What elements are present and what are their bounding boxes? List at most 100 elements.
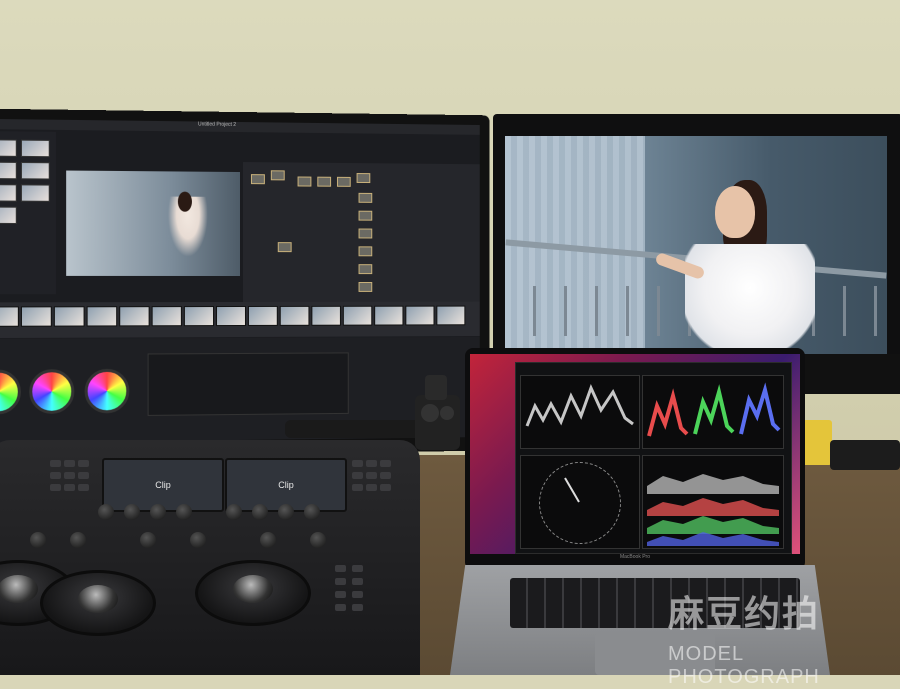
panel-key[interactable] bbox=[335, 604, 346, 611]
panel-knob[interactable] bbox=[30, 532, 46, 548]
media-thumb bbox=[0, 184, 17, 202]
trackball-ball[interactable] bbox=[0, 575, 38, 603]
laptop-brand-label: MacBook Pro bbox=[465, 554, 805, 560]
viewer-subject-hair bbox=[178, 192, 192, 212]
laptop-screen: MacBook Pro bbox=[465, 348, 805, 570]
panel-key[interactable] bbox=[64, 460, 75, 467]
vectorscope bbox=[520, 455, 640, 549]
panel-key[interactable] bbox=[352, 565, 363, 572]
panel-key[interactable] bbox=[366, 472, 377, 479]
panel-lcd-left: Clip bbox=[102, 458, 224, 512]
panel-knob[interactable] bbox=[190, 532, 206, 548]
trackball-ball[interactable] bbox=[233, 575, 273, 603]
panel-key[interactable] bbox=[64, 484, 75, 491]
timeline-clip bbox=[374, 306, 403, 326]
panel-knob[interactable] bbox=[226, 504, 242, 520]
node bbox=[359, 229, 373, 239]
timeline-clip bbox=[87, 306, 118, 326]
lcd-left-label: Clip bbox=[104, 480, 222, 490]
media-pool bbox=[0, 131, 56, 294]
panel-knob[interactable] bbox=[260, 532, 276, 548]
watermark-chinese: 麻豆约拍 bbox=[668, 585, 820, 637]
model-white-dress bbox=[685, 244, 815, 354]
panel-knob[interactable] bbox=[252, 504, 268, 520]
panel-key[interactable] bbox=[352, 472, 363, 479]
panel-knob[interactable] bbox=[124, 504, 140, 520]
panel-key[interactable] bbox=[380, 472, 391, 479]
color-wheel-gamma bbox=[29, 369, 74, 414]
node bbox=[359, 211, 373, 221]
media-thumb bbox=[21, 162, 50, 180]
scopes-window bbox=[515, 362, 792, 554]
timeline-clip bbox=[0, 306, 19, 326]
panel-key[interactable] bbox=[366, 484, 377, 491]
media-thumb bbox=[21, 140, 50, 158]
panel-knob[interactable] bbox=[70, 532, 86, 548]
laptop-display bbox=[470, 354, 800, 554]
watermark-english: MODEL PHOTOGRAPH bbox=[668, 643, 900, 689]
panel-key[interactable] bbox=[352, 578, 363, 585]
panel-knob[interactable] bbox=[310, 532, 326, 548]
panel-key[interactable] bbox=[335, 578, 346, 585]
panel-key[interactable] bbox=[64, 472, 75, 479]
timeline-clip bbox=[311, 306, 341, 326]
panel-key[interactable] bbox=[335, 565, 346, 572]
timeline-clip bbox=[21, 306, 52, 326]
speaker bbox=[830, 440, 900, 470]
watermark: 麻豆约拍 MODEL PHOTOGRAPH bbox=[668, 585, 900, 675]
panel-key[interactable] bbox=[352, 591, 363, 598]
panel-key[interactable] bbox=[50, 484, 61, 491]
panel-key[interactable] bbox=[78, 460, 89, 467]
panel-key[interactable] bbox=[380, 484, 391, 491]
timeline-clip bbox=[119, 306, 149, 326]
vectorscope-trace bbox=[521, 456, 639, 548]
trackball-ball[interactable] bbox=[78, 585, 118, 613]
media-thumb bbox=[0, 207, 17, 224]
panel-key[interactable] bbox=[78, 472, 89, 479]
histogram bbox=[642, 455, 784, 549]
node bbox=[298, 176, 312, 186]
viewer bbox=[66, 171, 240, 276]
node bbox=[337, 177, 351, 187]
panel-key[interactable] bbox=[352, 484, 363, 491]
node bbox=[359, 246, 373, 256]
panel-key[interactable] bbox=[352, 604, 363, 611]
panel-key[interactable] bbox=[366, 460, 377, 467]
panel-key[interactable] bbox=[352, 460, 363, 467]
panel-knob[interactable] bbox=[150, 504, 166, 520]
project-title: Untitled Project 2 bbox=[198, 122, 236, 128]
panel-key[interactable] bbox=[50, 472, 61, 479]
panel-knob[interactable] bbox=[140, 532, 156, 548]
media-thumb bbox=[0, 139, 17, 157]
panel-key[interactable] bbox=[335, 591, 346, 598]
node bbox=[278, 242, 292, 252]
panel-key[interactable] bbox=[380, 460, 391, 467]
panel-knob[interactable] bbox=[278, 504, 294, 520]
node bbox=[251, 174, 265, 184]
node-editor bbox=[243, 162, 480, 302]
timeline-clip bbox=[280, 306, 310, 326]
panel-knob[interactable] bbox=[176, 504, 192, 520]
trackball-right[interactable] bbox=[195, 560, 311, 626]
timeline-clip bbox=[248, 306, 278, 326]
right-monitor-screen bbox=[505, 136, 887, 354]
node bbox=[317, 177, 331, 187]
panel-key[interactable] bbox=[78, 484, 89, 491]
model-face bbox=[715, 186, 755, 238]
timeline-clip bbox=[184, 306, 214, 326]
color-wheel-gain bbox=[85, 369, 130, 414]
timeline-clip bbox=[216, 306, 246, 326]
panel-key[interactable] bbox=[50, 460, 61, 467]
panel-knob[interactable] bbox=[304, 504, 320, 520]
histogram-traces bbox=[643, 456, 783, 548]
timeline-clip bbox=[343, 306, 372, 326]
clip-timeline bbox=[0, 302, 480, 338]
trackball-center[interactable] bbox=[40, 570, 156, 636]
color-wheel-lift bbox=[0, 369, 21, 414]
timeline-clip bbox=[405, 306, 434, 326]
node bbox=[359, 264, 373, 274]
rgb-parade-scope bbox=[642, 375, 784, 449]
panel-knob[interactable] bbox=[98, 504, 114, 520]
node bbox=[357, 173, 371, 183]
media-thumb bbox=[0, 162, 17, 180]
